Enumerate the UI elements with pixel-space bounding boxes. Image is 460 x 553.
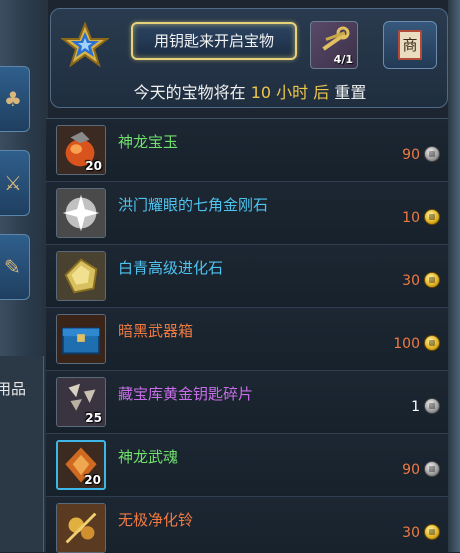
reset-suffix: 重置 bbox=[334, 83, 367, 102]
item-price: 90 bbox=[402, 462, 420, 478]
item-quantity: 20 bbox=[84, 473, 101, 487]
item-price: 1 bbox=[411, 399, 420, 415]
silver-coin-icon bbox=[424, 461, 440, 477]
item-icon-slot[interactable] bbox=[56, 503, 106, 553]
item-row[interactable]: 20 神龙宝玉 90 bbox=[46, 119, 448, 182]
item-icon-slot[interactable] bbox=[56, 251, 106, 301]
diamond-icon bbox=[57, 189, 105, 237]
item-row[interactable]: 洪门耀眼的七角金刚石 10 bbox=[46, 182, 448, 245]
item-row[interactable]: 20 神龙武魂 90 bbox=[46, 434, 448, 497]
item-name: 无极净化铃 bbox=[118, 511, 194, 529]
item-row[interactable]: 白青高级进化石 30 bbox=[46, 245, 448, 308]
item-name: 洪门耀眼的七角金刚石 bbox=[118, 196, 269, 214]
reset-timer-text: 今天的宝物将在 10 小时 后 重置 bbox=[51, 79, 449, 103]
side-tab-scroll[interactable]: ✎ bbox=[0, 234, 30, 300]
item-price: 10 bbox=[402, 210, 420, 226]
shop-icon: 商 bbox=[398, 30, 422, 60]
item-price: 30 bbox=[402, 273, 420, 289]
weapon-chest-icon bbox=[57, 315, 105, 363]
shop-button[interactable]: 商 bbox=[383, 21, 437, 69]
item-name: 白青高级进化石 bbox=[118, 259, 224, 277]
side-tab-weapon[interactable]: ⚔ bbox=[0, 150, 30, 216]
item-price: 90 bbox=[402, 147, 420, 163]
item-quantity: 25 bbox=[85, 411, 102, 425]
item-name: 神龙宝玉 bbox=[118, 133, 179, 151]
side-panel-strip[interactable]: 用品 bbox=[0, 356, 44, 552]
item-name: 神龙武魂 bbox=[118, 448, 179, 466]
item-name: 暗黑武器箱 bbox=[118, 322, 194, 340]
right-edge-border bbox=[448, 0, 460, 552]
treasure-item-list[interactable]: 20 神龙宝玉 90 洪门耀眼的七角金刚石 10 白青高级进化石 30 暗黑武器箱 100 25 藏… bbox=[46, 118, 448, 553]
reset-prefix: 今天的宝物将在 bbox=[133, 83, 246, 102]
evolution-stone-icon bbox=[57, 252, 105, 300]
item-icon-slot[interactable] bbox=[56, 188, 106, 238]
scroll-icon: ✎ bbox=[4, 255, 21, 279]
gold-coin-icon bbox=[424, 209, 440, 225]
gold-coin-icon bbox=[424, 272, 440, 288]
star-badge-icon bbox=[61, 21, 109, 69]
reset-hours: 10 小时 后 bbox=[250, 83, 330, 102]
item-row[interactable]: 25 藏宝库黄金钥匙碎片 1 bbox=[46, 371, 448, 434]
item-quantity: 20 bbox=[85, 159, 102, 173]
side-tab-bag[interactable]: ♣ bbox=[0, 66, 30, 132]
side-strip-label: 用品 bbox=[0, 380, 27, 398]
item-icon-slot[interactable] bbox=[56, 314, 106, 364]
bag-icon: ♣ bbox=[4, 87, 22, 111]
item-icon-slot[interactable]: 25 bbox=[56, 377, 106, 427]
silver-coin-icon bbox=[424, 146, 440, 162]
sword-icon: ⚔ bbox=[4, 171, 22, 195]
open-with-key-button[interactable]: 用钥匙来开启宝物 bbox=[131, 22, 297, 60]
silver-coin-icon bbox=[424, 398, 440, 414]
key-count: 4/1 bbox=[333, 53, 353, 66]
item-price: 100 bbox=[393, 336, 420, 352]
gold-coin-icon bbox=[424, 524, 440, 540]
item-row[interactable]: 暗黑武器箱 100 bbox=[46, 308, 448, 371]
item-price: 30 bbox=[402, 525, 420, 541]
purify-bell-icon bbox=[57, 504, 105, 552]
item-icon-slot[interactable]: 20 bbox=[56, 440, 106, 490]
gold-coin-icon bbox=[424, 335, 440, 351]
item-name: 藏宝库黄金钥匙碎片 bbox=[118, 385, 254, 403]
item-icon-slot[interactable]: 20 bbox=[56, 125, 106, 175]
treasure-header-panel: 用钥匙来开启宝物 4/1 商 今天的宝物将在 10 小时 后 重置 bbox=[50, 8, 448, 108]
item-row[interactable]: 无极净化铃 30 bbox=[46, 497, 448, 553]
key-slot[interactable]: 4/1 bbox=[310, 21, 358, 69]
